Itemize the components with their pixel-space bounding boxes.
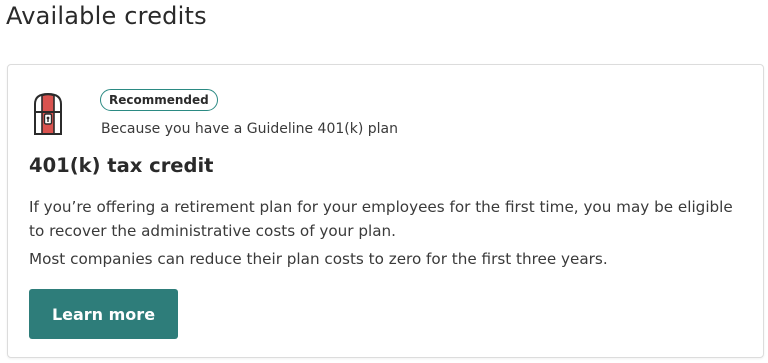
credit-title: 401(k) tax credit	[29, 154, 214, 177]
section-title: Available credits	[6, 2, 207, 30]
recommended-badge: Recommended	[100, 89, 218, 111]
recommendation-reason: Because you have a Guideline 401(k) plan	[101, 121, 398, 137]
treasure-chest-lock-icon	[33, 92, 63, 136]
learn-more-button[interactable]: Learn more	[29, 289, 178, 339]
credit-description: If you’re offering a retirement plan for…	[29, 195, 749, 271]
page: Available credits Recommended Because yo…	[0, 0, 768, 363]
credit-card: Recommended Because you have a Guideline…	[7, 64, 764, 358]
description-paragraph: If you’re offering a retirement plan for…	[29, 198, 733, 240]
description-paragraph: Most companies can reduce their plan cos…	[29, 250, 608, 268]
